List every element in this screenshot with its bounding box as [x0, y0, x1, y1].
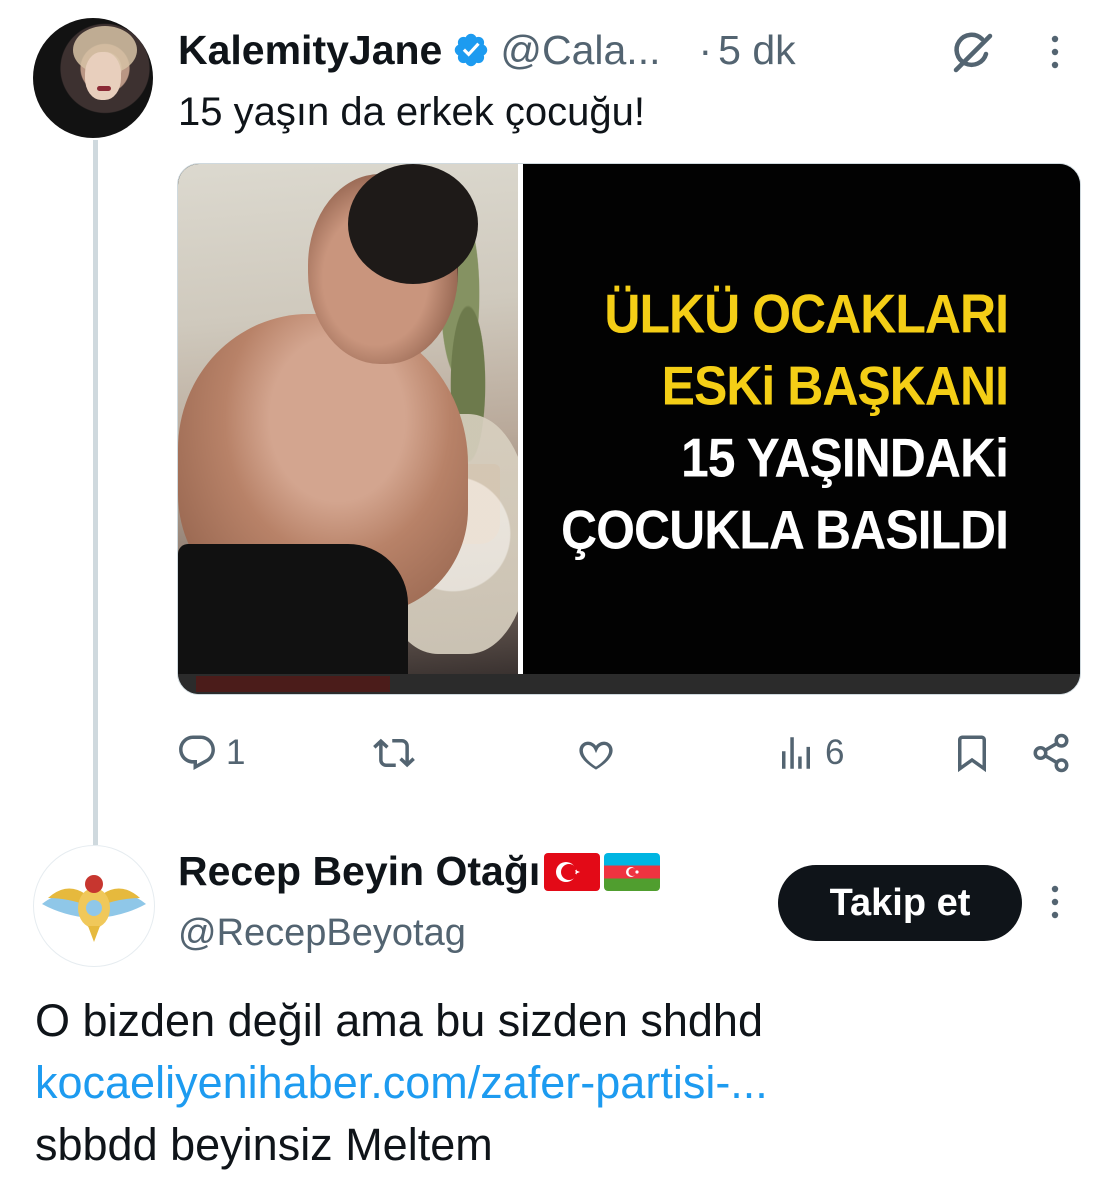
reply-author-avatar[interactable]: [33, 845, 155, 967]
author-handle[interactable]: @Cala...: [500, 27, 660, 74]
reply-author-handle[interactable]: @RecepBeyotag: [178, 912, 466, 955]
media-photo: [178, 164, 528, 674]
like-button[interactable]: [575, 728, 617, 778]
views-count: 6: [825, 733, 845, 772]
verified-badge-icon: [452, 31, 490, 69]
video-progress-fill: [196, 676, 390, 692]
reply-button[interactable]: 1: [176, 728, 245, 778]
separator-dot: ·: [698, 26, 713, 73]
follow-button[interactable]: Takip et: [778, 865, 1022, 941]
reply-text-line: sbbdd beyinsiz Meltem: [35, 1119, 493, 1170]
tweet-header: KalemityJane @Cala... · 5 dk: [178, 24, 796, 76]
like-icon: [579, 741, 613, 770]
author-name[interactable]: KalemityJane: [178, 27, 442, 74]
reply-text-line: O bizden değil ama bu sizden shdhd: [35, 995, 763, 1046]
turkey-flag-icon: [544, 852, 601, 891]
more-icon[interactable]: [1040, 30, 1070, 74]
grok-icon[interactable]: [948, 28, 996, 76]
bookmark-button[interactable]: [951, 728, 993, 778]
reply-text: O bizden değil ama bu sizden shdhd kocae…: [35, 990, 768, 1176]
retweet-icon: [373, 738, 415, 768]
reply-author-name[interactable]: Recep Beyin Otağı: [178, 848, 540, 895]
reply-count: 1: [226, 733, 246, 772]
tweet-time[interactable]: 5 dk: [718, 27, 796, 74]
headline-line-3: 15 YAŞINDAKi: [680, 427, 1009, 489]
tweet-text: 15 yaşın da erkek çocuğu!: [178, 90, 645, 134]
share-icon: [1033, 733, 1069, 773]
views-button[interactable]: 6: [775, 728, 844, 778]
retweet-button[interactable]: [373, 728, 423, 778]
azerbaijan-flag-icon: [604, 852, 661, 891]
more-icon[interactable]: [1040, 880, 1070, 924]
tweet-media-video[interactable]: ÜLKÜ OCAKLARI ESKi BAŞKANI 15 YAŞINDAKi …: [177, 163, 1081, 695]
bookmark-icon: [958, 735, 986, 773]
headline-line-2: ESKi BAŞKANI: [661, 355, 1009, 417]
headline-line-4: ÇOCUKLA BASILDI: [560, 499, 1009, 561]
tweet-actions: 1 6: [0, 728, 1115, 778]
headline-line-1: ÜLKÜ OCAKLARI: [604, 283, 1009, 345]
reply-icon: [179, 735, 215, 770]
views-icon: [782, 737, 810, 769]
reply-author-name-row: Recep Beyin Otağı: [178, 848, 661, 895]
reply-link[interactable]: kocaeliyenihaber.com/zafer-partisi-...: [35, 1052, 768, 1114]
author-avatar[interactable]: [33, 18, 153, 138]
media-headline: ÜLKÜ OCAKLARI ESKi BAŞKANI 15 YAŞINDAKi …: [523, 164, 1080, 674]
share-button[interactable]: [1030, 728, 1072, 778]
